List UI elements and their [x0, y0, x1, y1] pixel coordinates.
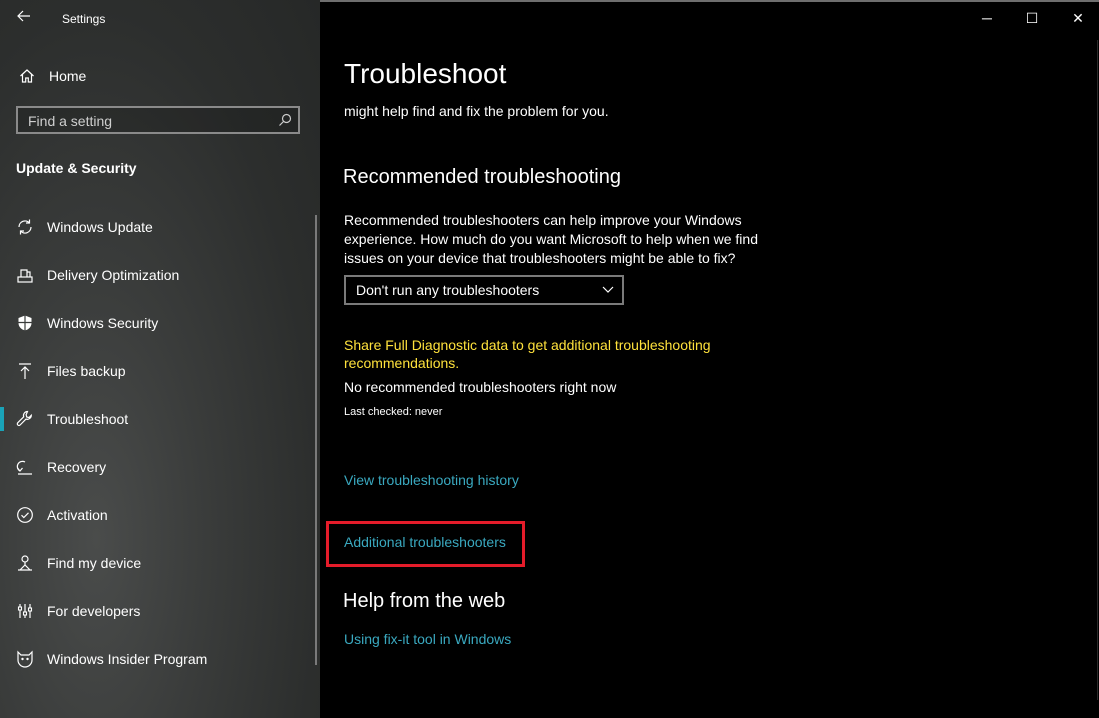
recommended-heading: Recommended troubleshooting [343, 166, 621, 188]
minimize-button[interactable]: ─ [964, 10, 1010, 28]
recommendation-status: No recommended troubleshooters right now [344, 379, 617, 395]
sidebar-item-label: Delivery Optimization [47, 267, 180, 283]
dropdown-value: Don't run any troubleshooters [356, 282, 540, 298]
search-input[interactable] [18, 108, 280, 134]
home-nav-item[interactable]: Home [16, 66, 86, 86]
troubleshooter-preference-dropdown[interactable]: Don't run any troubleshooters [344, 275, 624, 305]
sidebar-item-label: Windows Update [47, 219, 153, 235]
sidebar-item-label: Windows Security [47, 315, 159, 331]
find-device-icon [18, 555, 32, 571]
recommended-description: Recommended troubleshooters can help imp… [344, 212, 758, 266]
sync-icon [18, 219, 32, 235]
sidebar-item-files-backup[interactable]: Files backup [0, 347, 320, 395]
last-checked-text: Last checked: never [344, 406, 443, 418]
recovery-icon [16, 460, 32, 475]
sidebar-item-label: Find my device [47, 555, 142, 571]
additional-troubleshooters-link[interactable]: Additional troubleshooters [344, 534, 506, 550]
home-icon [20, 69, 34, 83]
sidebar-item-label: Troubleshoot [47, 411, 129, 427]
chevron-down-icon [602, 286, 614, 293]
delivery-optimization-icon [17, 269, 33, 283]
main-scrollbar[interactable] [1097, 40, 1098, 700]
maximize-button[interactable]: ☐ [1009, 10, 1055, 28]
fixit-tool-link[interactable]: Using fix-it tool in Windows [344, 631, 511, 647]
help-web-heading: Help from the web [343, 590, 506, 612]
title-bar: Settings [0, 0, 320, 38]
window-top-border [320, 0, 1099, 2]
view-history-link[interactable]: View troubleshooting history [344, 472, 519, 488]
search-icon[interactable] [278, 113, 292, 127]
wrench-icon [16, 410, 32, 427]
sidebar-item-label: Windows Insider Program [47, 651, 208, 667]
check-circle-icon [17, 507, 33, 523]
sidebar-item-for-developers[interactable]: For developers [0, 587, 320, 635]
sidebar-item-find-my-device[interactable]: Find my device [0, 539, 320, 587]
page-title: Troubleshoot [344, 58, 507, 89]
home-label: Home [49, 68, 87, 84]
section-title: Update & Security [16, 160, 137, 176]
search-box[interactable] [16, 106, 300, 134]
main-content: ─ ☐ ✕ Troubleshoot might help find and f… [320, 0, 1099, 718]
close-button[interactable]: ✕ [1055, 10, 1099, 28]
back-arrow-icon[interactable] [16, 8, 32, 29]
insider-cat-icon [17, 650, 33, 668]
sidebar-scrollbar[interactable] [315, 215, 317, 665]
sidebar-item-windows-insider[interactable]: Windows Insider Program [0, 635, 320, 683]
sidebar-item-label: For developers [47, 603, 141, 619]
sidebar-item-recovery[interactable]: Recovery [0, 443, 320, 491]
app-title: Settings [62, 12, 106, 26]
sidebar-item-troubleshoot[interactable]: Troubleshoot [0, 395, 320, 443]
diagnostic-data-link[interactable]: Share Full Diagnostic data to get additi… [344, 336, 744, 372]
sidebar: Settings Home Update & Security Windows … [0, 0, 320, 718]
sidebar-item-activation[interactable]: Activation [0, 491, 320, 539]
developer-icon [17, 604, 33, 618]
shield-icon [18, 315, 32, 331]
sidebar-item-delivery-optimization[interactable]: Delivery Optimization [0, 251, 320, 299]
sidebar-item-windows-update[interactable]: Windows Update [0, 203, 320, 251]
intro-text: might help find and fix the problem for … [344, 103, 609, 119]
sidebar-item-label: Activation [47, 507, 108, 523]
sidebar-item-windows-security[interactable]: Windows Security [0, 299, 320, 347]
sidebar-item-label: Recovery [47, 459, 107, 475]
backup-arrow-icon [19, 363, 31, 379]
sidebar-nav: Windows Update Delivery Optimization Win… [0, 203, 320, 683]
sidebar-item-label: Files backup [47, 363, 126, 379]
